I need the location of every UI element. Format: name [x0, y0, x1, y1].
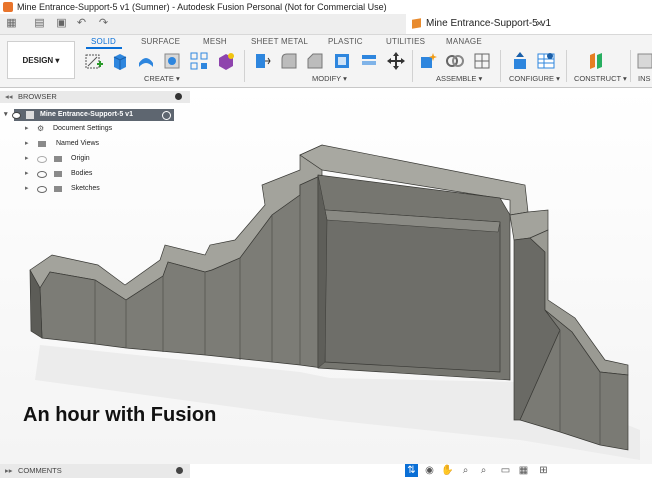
- visibility-eye-icon[interactable]: [37, 186, 47, 193]
- document-tab-name: Mine Entrance-Support-5 v1: [426, 18, 552, 29]
- comments-collapse-icon[interactable]: ▸▸: [5, 464, 13, 478]
- browser-panel-header[interactable]: ◂◂ BROWSER: [0, 91, 190, 103]
- extrude-icon[interactable]: [110, 51, 130, 71]
- comments-panel-header[interactable]: ▸▸ COMMENTS: [0, 464, 190, 478]
- chamfer-icon[interactable]: [305, 51, 325, 71]
- assemble-group-label[interactable]: ASSEMBLE ▾: [436, 74, 482, 83]
- configure-icon[interactable]: [510, 51, 530, 71]
- modify-group-label[interactable]: MODIFY ▾: [312, 74, 347, 83]
- browser-item-document-settings[interactable]: ▸ ⚙ Document Settings: [25, 123, 175, 135]
- folder-icon: [54, 186, 62, 192]
- expand-arrow-icon[interactable]: ▸: [25, 123, 29, 135]
- add-comment-icon[interactable]: [176, 467, 183, 474]
- component-icon: [26, 111, 34, 119]
- tab-plastic[interactable]: PLASTIC: [328, 37, 363, 46]
- fillet-icon[interactable]: [279, 51, 299, 71]
- expand-arrow-icon[interactable]: ▸: [25, 153, 29, 165]
- browser-item-label: Document Settings: [53, 125, 113, 132]
- browser-item-label: Named Views: [56, 140, 100, 147]
- grid-settings-icon[interactable]: ▦: [517, 464, 530, 477]
- comments-title: COMMENTS: [18, 466, 62, 475]
- shell-icon[interactable]: [332, 51, 352, 71]
- ribbon-separator: [630, 50, 631, 82]
- press-pull-icon[interactable]: [252, 51, 272, 71]
- create-form-icon[interactable]: [216, 51, 236, 71]
- create-group-label[interactable]: CREATE ▾: [144, 74, 180, 83]
- zoom-icon[interactable]: ⌕: [459, 464, 472, 477]
- tab-sheet-metal[interactable]: SHEET METAL: [251, 37, 308, 46]
- gear-icon: ⚙: [37, 124, 45, 133]
- save-icon[interactable]: ▣: [55, 17, 68, 30]
- expand-arrow-icon[interactable]: ▾: [4, 109, 8, 121]
- fit-view-icon[interactable]: ⌕: [477, 464, 490, 477]
- document-tab[interactable]: Mine Entrance-Support-5 v1 ×: [406, 14, 652, 34]
- move-icon[interactable]: [386, 51, 406, 71]
- ribbon-separator: [244, 50, 245, 82]
- browser-item-label: Origin: [71, 155, 90, 162]
- folder-icon: [54, 156, 62, 162]
- close-tab-icon[interactable]: ×: [536, 14, 542, 34]
- browser-collapse-icon[interactable]: ◂◂: [5, 91, 13, 103]
- hidden-eye-icon[interactable]: [37, 156, 47, 163]
- ribbon-separator: [500, 50, 501, 82]
- configuration-table-icon[interactable]: [536, 51, 556, 71]
- browser-item-sketches[interactable]: ▸ Sketches: [25, 183, 175, 195]
- look-at-icon[interactable]: ◉: [423, 464, 436, 477]
- joint-icon[interactable]: [445, 51, 465, 71]
- insert-group-label[interactable]: INS: [638, 74, 651, 83]
- redo-icon[interactable]: ↷: [97, 17, 110, 30]
- fusion-app-icon: [3, 2, 13, 12]
- caption-overlay: An hour with Fusion: [23, 404, 217, 426]
- visibility-eye-icon[interactable]: [12, 112, 21, 119]
- display-settings-icon[interactable]: ▭: [499, 464, 512, 477]
- configure-group-label[interactable]: CONFIGURE ▾: [509, 74, 560, 83]
- as-built-joint-icon[interactable]: [472, 51, 492, 71]
- ribbon-separator: [566, 50, 567, 82]
- browser-options-icon[interactable]: [175, 93, 182, 100]
- tab-surface[interactable]: SURFACE: [141, 37, 180, 46]
- browser-root-label: Mine Entrance-Support-5 v1: [40, 111, 133, 118]
- offset-plane-icon[interactable]: [586, 51, 606, 71]
- expand-arrow-icon[interactable]: ▸: [25, 183, 29, 195]
- orbit-icon[interactable]: ⇅: [405, 464, 418, 477]
- revolve-icon[interactable]: [136, 51, 156, 71]
- browser-item-bodies[interactable]: ▸ Bodies: [25, 168, 175, 180]
- file-icon[interactable]: ▤: [33, 17, 46, 30]
- tab-manage[interactable]: MANAGE: [446, 37, 482, 46]
- viewports-icon[interactable]: ⊞: [537, 464, 550, 477]
- tab-mesh[interactable]: MESH: [203, 37, 227, 46]
- ribbon-separator: [412, 50, 413, 82]
- folder-icon: [38, 141, 46, 147]
- active-tab-indicator: [86, 47, 122, 49]
- visibility-eye-icon[interactable]: [37, 171, 47, 178]
- undo-icon[interactable]: ↶: [75, 17, 88, 30]
- design-cube-icon: [412, 18, 421, 29]
- workspace-switcher-button[interactable]: DESIGN ▾: [7, 41, 75, 79]
- browser-root-node[interactable]: ▾ Mine Entrance-Support-5 v1: [4, 109, 174, 121]
- browser-item-label: Bodies: [71, 170, 93, 177]
- window-title: Mine Entrance-Support-5 v1 (Sumner) - Au…: [17, 2, 387, 12]
- construct-group-label[interactable]: CONSTRUCT ▾: [574, 74, 627, 83]
- browser-item-named-views[interactable]: ▸ Named Views: [25, 138, 175, 150]
- navigation-bar: ⇅ ◉ ✋ ⌕ ⌕ ▭ ▦ ⊞: [405, 463, 563, 478]
- combine-icon[interactable]: [359, 51, 379, 71]
- hole-icon[interactable]: [162, 51, 182, 71]
- new-component-icon[interactable]: [418, 51, 438, 71]
- browser-title: BROWSER: [18, 92, 57, 101]
- pan-hand-icon[interactable]: ✋: [441, 464, 454, 477]
- insert-icon[interactable]: [636, 51, 652, 71]
- folder-icon: [54, 171, 62, 177]
- expand-arrow-icon[interactable]: ▸: [25, 138, 29, 150]
- window-title-bar: Mine Entrance-Support-5 v1 (Sumner) - Au…: [0, 0, 652, 14]
- tab-utilities[interactable]: UTILITIES: [386, 37, 425, 46]
- browser-item-label: Sketches: [71, 185, 100, 192]
- grid-menu-icon[interactable]: ▦: [5, 17, 18, 30]
- rectangular-pattern-icon[interactable]: [189, 51, 209, 71]
- activate-radio-icon[interactable]: [162, 111, 171, 120]
- tab-solid[interactable]: SOLID: [91, 37, 116, 46]
- browser-item-origin[interactable]: ▸ Origin: [25, 153, 175, 165]
- expand-arrow-icon[interactable]: ▸: [25, 168, 29, 180]
- create-sketch-icon[interactable]: [84, 51, 104, 71]
- gate-door-panel: [324, 209, 501, 373]
